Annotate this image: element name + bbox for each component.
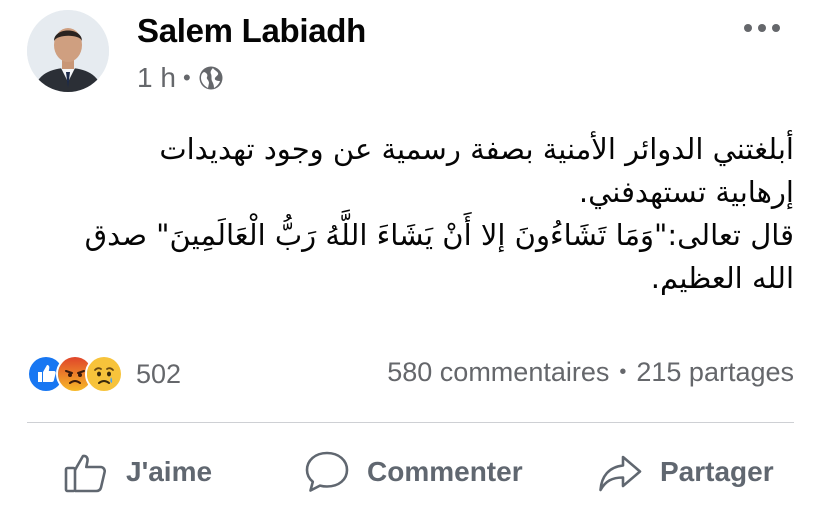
reactions-summary[interactable]: 502	[27, 355, 181, 393]
post-body: أبلغتني الدوائر الأمنية بصفة رسمية عن وج…	[84, 132, 794, 295]
avatar[interactable]	[27, 10, 109, 92]
author-name[interactable]: Salem Labiadh	[137, 12, 366, 50]
share-label: Partager	[660, 456, 774, 487]
thumbs-up-icon	[64, 454, 106, 493]
facebook-post: Salem Labiadh 1 h • أبلغتني الدوائر الأم…	[0, 0, 822, 512]
like-button[interactable]: J'aime	[62, 448, 212, 496]
share-button[interactable]: Partager	[596, 448, 774, 496]
engagement-stats: 580 commentaires • 215 partages	[387, 357, 794, 388]
reaction-count: 502	[136, 358, 182, 389]
post-meta: 1 h •	[137, 62, 224, 94]
stats-separator: •	[619, 361, 627, 383]
meta-separator: •	[182, 65, 191, 90]
comment-bubble-icon	[305, 451, 349, 492]
globe-icon[interactable]	[198, 65, 224, 91]
sad-reaction-icon	[85, 355, 123, 393]
share-arrow-icon	[599, 455, 642, 492]
post-time[interactable]: 1 h	[137, 62, 176, 94]
more-horizontal-icon[interactable]	[744, 18, 780, 38]
divider	[27, 422, 794, 423]
shares-count[interactable]: 215 partages	[636, 357, 794, 388]
comment-button[interactable]: Commenter	[303, 448, 523, 496]
post-actions: J'aime Commenter Partager	[0, 440, 822, 510]
comments-count[interactable]: 580 commentaires	[387, 357, 609, 388]
comment-label: Commenter	[367, 456, 523, 487]
like-label: J'aime	[126, 456, 213, 487]
